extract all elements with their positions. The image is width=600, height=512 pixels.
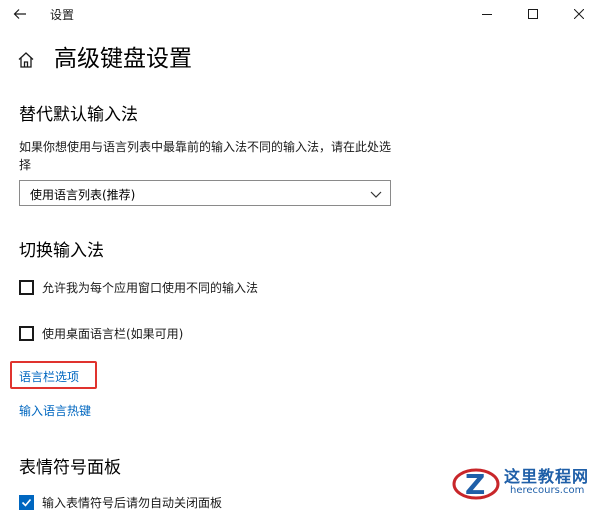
per-app-checkbox[interactable] — [19, 279, 34, 295]
desktop-language-bar-checkbox[interactable] — [19, 325, 34, 341]
title-bar: 设置 — [0, 0, 600, 28]
svg-text:Z: Z — [465, 468, 485, 501]
maximize-icon — [528, 9, 538, 19]
maximize-button[interactable] — [510, 0, 556, 28]
switch-section-title: 切换输入法 — [19, 241, 104, 261]
input-language-hotkeys-link[interactable]: 输入语言热键 — [19, 402, 91, 419]
emoji-auto-close-checkbox[interactable] — [19, 494, 34, 510]
close-icon — [574, 9, 584, 19]
watermark: Z 这里教程网 herecours.com — [452, 460, 600, 506]
window-title: 设置 — [50, 8, 75, 22]
emoji-auto-close-option[interactable]: 输入表情符号后请勿自动关闭面板 — [19, 492, 222, 512]
home-icon[interactable] — [16, 50, 36, 70]
minimize-icon — [482, 14, 492, 15]
close-button[interactable] — [556, 0, 600, 28]
per-app-input-option[interactable]: 允许我为每个应用窗口使用不同的输入法 — [19, 277, 258, 297]
watermark-url: herecours.com — [510, 485, 585, 496]
emoji-section-title: 表情符号面板 — [19, 458, 121, 478]
minimize-button[interactable] — [464, 0, 510, 28]
per-app-label: 允许我为每个应用窗口使用不同的输入法 — [42, 280, 259, 295]
page-title: 高级键盘设置 — [54, 46, 192, 72]
desktop-language-bar-label: 使用桌面语言栏(如果可用) — [42, 326, 184, 341]
override-description: 如果你想使用与语言列表中最靠前的输入法不同的输入法，请在此处选择 — [19, 140, 392, 172]
chevron-down-icon — [370, 191, 382, 198]
emoji-auto-close-label: 输入表情符号后请勿自动关闭面板 — [42, 495, 223, 510]
watermark-name: 这里教程网 — [504, 467, 590, 486]
override-section-title: 替代默认输入法 — [19, 105, 138, 125]
desktop-language-bar-option[interactable]: 使用桌面语言栏(如果可用) — [19, 323, 183, 343]
back-arrow-icon — [13, 9, 26, 19]
back-button[interactable] — [10, 4, 30, 24]
input-method-select[interactable]: 使用语言列表(推荐) — [19, 180, 391, 206]
watermark-logo-icon: Z — [452, 468, 500, 501]
select-value: 使用语言列表(推荐) — [30, 188, 136, 202]
language-bar-options-link[interactable]: 语言栏选项 — [19, 368, 79, 385]
